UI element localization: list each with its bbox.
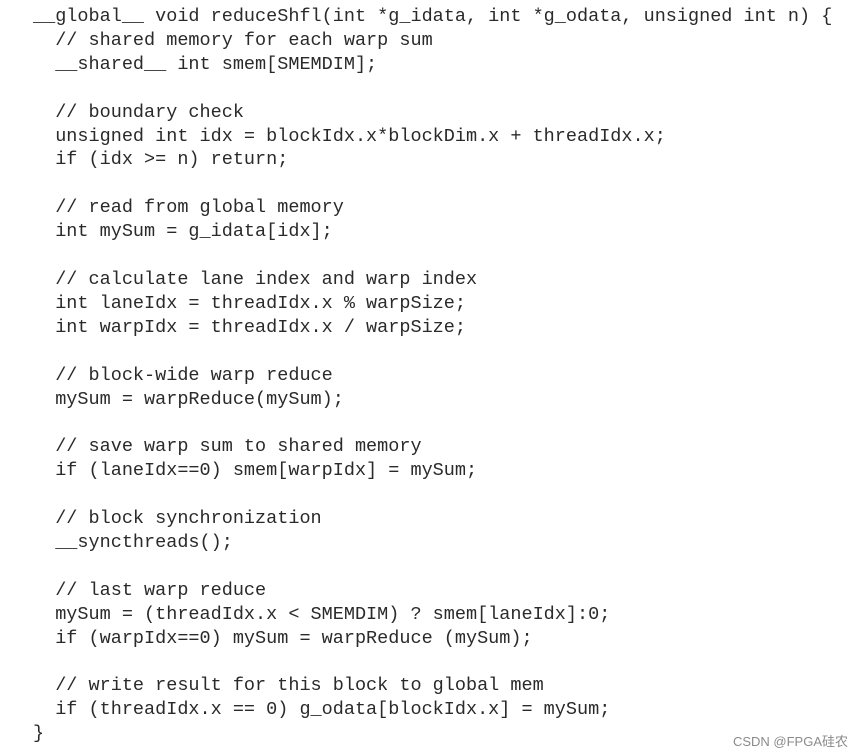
code-line: int mySum = g_idata[idx]; bbox=[33, 221, 333, 243]
code-line: __syncthreads(); bbox=[33, 531, 233, 553]
code-line: // read from global memory bbox=[33, 197, 344, 219]
code-block: __global__ void reduceShfl(int *g_idata,… bbox=[33, 5, 832, 746]
code-line: if (idx >= n) return; bbox=[33, 149, 289, 171]
code-line: int laneIdx = threadIdx.x % warpSize; bbox=[33, 292, 466, 314]
code-line: } bbox=[33, 723, 45, 745]
code-line: // shared memory for each warp sum bbox=[33, 29, 433, 51]
watermark: CSDN @FPGA硅农 bbox=[732, 734, 848, 749]
code-line: int warpIdx = threadIdx.x / warpSize; bbox=[33, 316, 466, 338]
code-line: // boundary check bbox=[33, 101, 244, 123]
code-line: // write result for this block to global… bbox=[33, 675, 544, 697]
code-line: __shared__ int smem[SMEMDIM]; bbox=[33, 53, 378, 75]
code-line: // block synchronization bbox=[33, 508, 322, 530]
code-line: if (laneIdx==0) smem[warpIdx] = mySum; bbox=[33, 460, 478, 482]
code-line: __global__ void reduceShfl(int *g_idata,… bbox=[33, 6, 833, 27]
code-line: unsigned int idx = blockIdx.x*blockDim.x… bbox=[33, 125, 666, 147]
code-line: mySum = warpReduce(mySum); bbox=[33, 388, 344, 410]
code-line: if (threadIdx.x == 0) g_odata[blockIdx.x… bbox=[33, 699, 611, 721]
code-line: // calculate lane index and warp index bbox=[33, 268, 478, 290]
code-line: // last warp reduce bbox=[33, 579, 267, 601]
code-line: // save warp sum to shared memory bbox=[33, 436, 422, 458]
code-line: // block-wide warp reduce bbox=[33, 364, 333, 386]
code-line: if (warpIdx==0) mySum = warpReduce (mySu… bbox=[33, 627, 533, 649]
code-line: mySum = (threadIdx.x < SMEMDIM) ? smem[l… bbox=[33, 603, 611, 625]
